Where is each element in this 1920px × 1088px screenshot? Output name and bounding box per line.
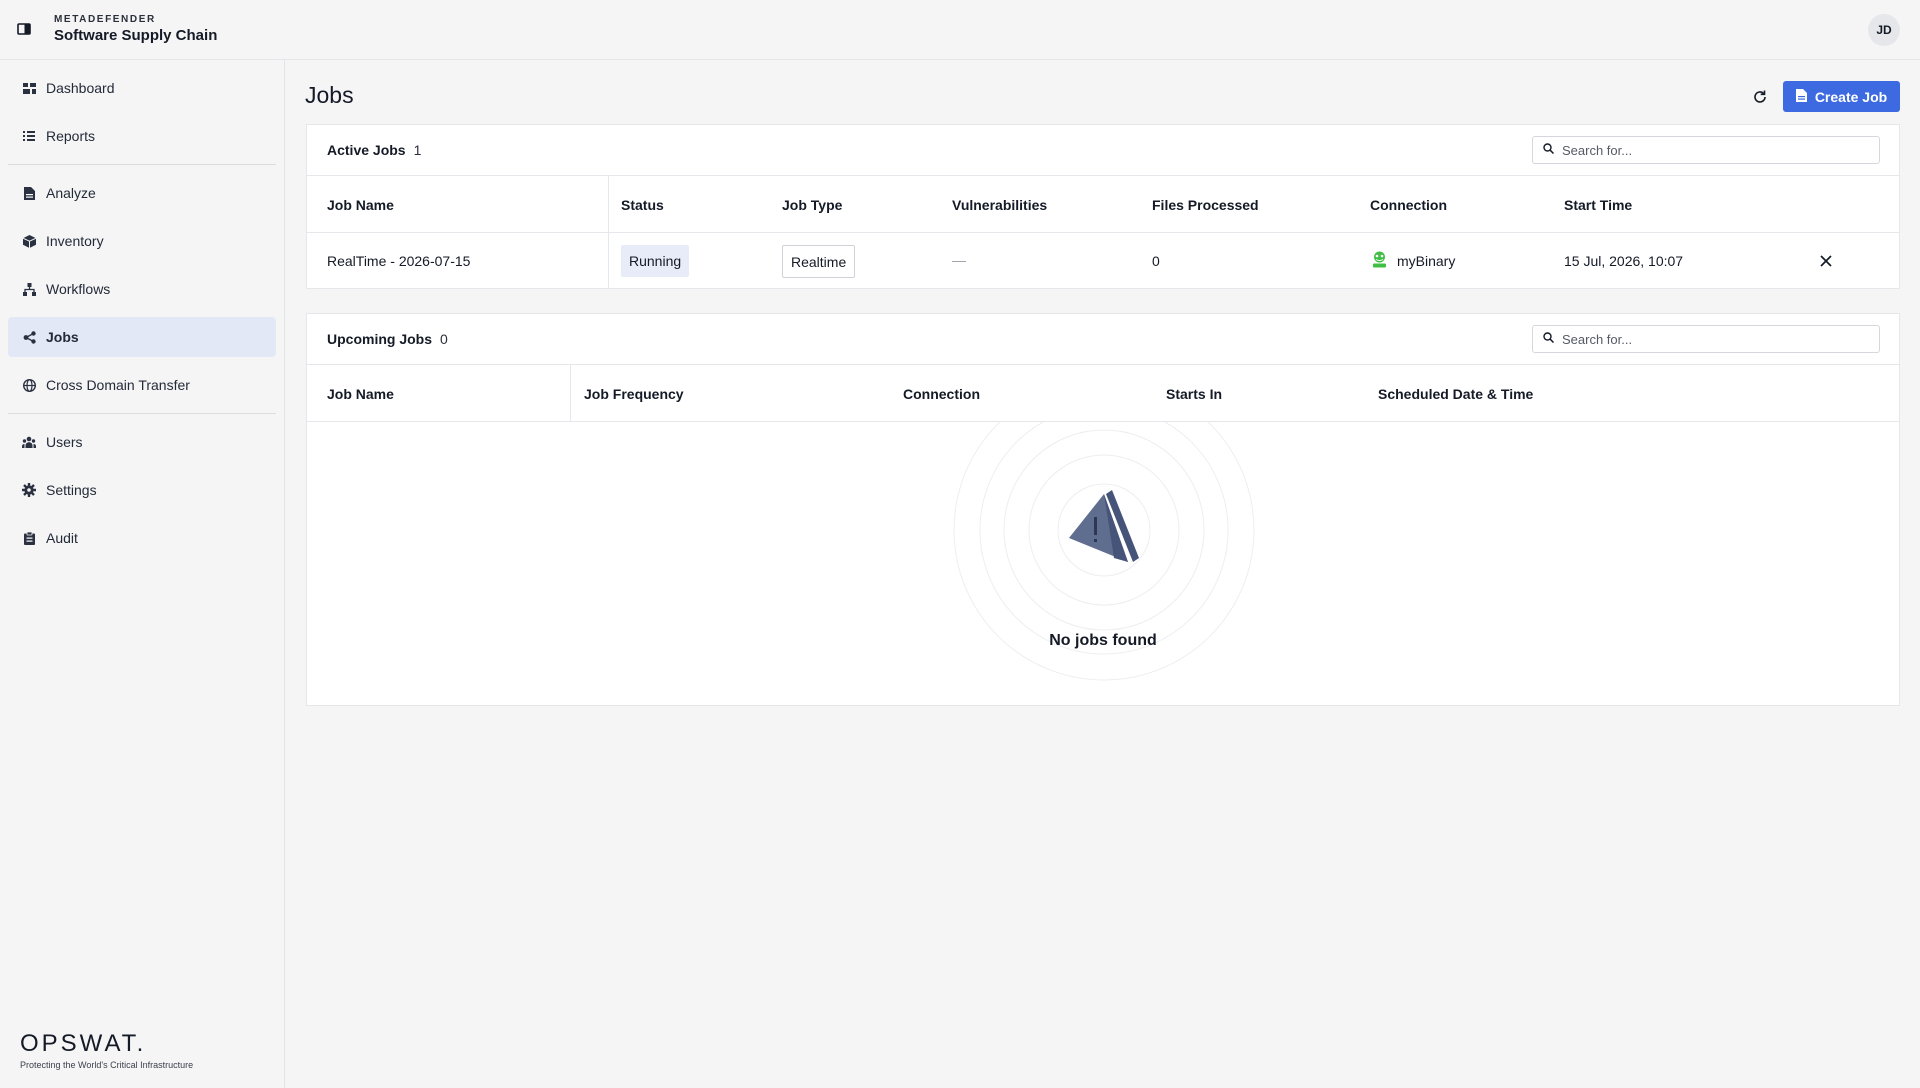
sidebar-item-label: Analyze — [46, 185, 96, 201]
sidebar: Dashboard Reports Analyze Inventory Work… — [0, 60, 285, 1088]
sidebar-item-inventory[interactable]: Inventory — [8, 221, 276, 261]
sidebar-item-jobs[interactable]: Jobs — [8, 317, 276, 357]
sidebar-item-label: Settings — [46, 482, 97, 498]
active-jobs-header: Active Jobs 1 — [307, 125, 1899, 176]
empty-state-text: No jobs found — [1049, 632, 1157, 649]
column-header[interactable]: Vulnerabilities — [952, 197, 1047, 213]
opswat-logo: OPSWAT. Protecting the World's Critical … — [20, 1030, 193, 1070]
sidebar-divider — [8, 164, 276, 165]
workflow-icon — [22, 282, 36, 296]
active-jobs-search[interactable] — [1532, 136, 1880, 164]
sidebar-item-label: Audit — [46, 530, 78, 546]
sidebar-item-users[interactable]: Users — [8, 422, 276, 462]
sidebar-item-label: Inventory — [46, 233, 104, 249]
opswat-tagline: Protecting the World's Critical Infrastr… — [20, 1060, 194, 1070]
upcoming-jobs-count: 0 — [440, 331, 448, 347]
column-header[interactable]: Status — [621, 197, 664, 213]
document-add-icon — [1795, 88, 1807, 105]
list-icon — [22, 129, 36, 143]
refresh-icon[interactable] — [1750, 87, 1770, 107]
column-header[interactable]: Job Type — [782, 197, 842, 213]
globe-icon — [22, 378, 36, 392]
empty-warning-icon — [953, 422, 1255, 681]
document-icon — [22, 186, 36, 200]
files-processed-cell: 0 — [1152, 253, 1160, 269]
status-badge: Running — [621, 245, 690, 277]
active-jobs-title: Active Jobs 1 — [327, 142, 421, 158]
sidebar-item-label: Cross Domain Transfer — [46, 377, 190, 393]
sidebar-item-dashboard[interactable]: Dashboard — [8, 68, 276, 108]
sidebar-item-settings[interactable]: Settings — [8, 470, 276, 510]
column-header[interactable]: Connection — [1370, 197, 1447, 213]
jfrog-icon — [1370, 250, 1389, 272]
upcoming-jobs-card: Upcoming Jobs 0 Job Name Job Frequency Co… — [306, 313, 1900, 706]
column-header[interactable]: Start Time — [1564, 197, 1632, 213]
create-job-label: Create Job — [1814, 88, 1888, 105]
column-header[interactable]: Files Processed — [1152, 197, 1259, 213]
sidebar-item-audit[interactable]: Audit — [8, 518, 276, 558]
avatar[interactable]: JD — [1868, 14, 1900, 46]
sidebar-item-label: Dashboard — [46, 80, 115, 96]
brand-subtitle: METADEFENDER — [54, 14, 156, 25]
sidebar-item-label: Users — [46, 434, 83, 450]
upcoming-jobs-title-text: Upcoming Jobs — [327, 331, 433, 347]
brand: METADEFENDER Software Supply Chain — [54, 14, 217, 44]
active-jobs-search-input[interactable] — [1562, 142, 1862, 158]
column-divider — [570, 365, 571, 422]
active-jobs-count: 1 — [413, 142, 422, 158]
clipboard-icon — [22, 531, 36, 545]
opswat-wordmark: OPSWAT. — [20, 1030, 147, 1057]
share-icon — [22, 330, 36, 344]
column-header[interactable]: Connection — [903, 386, 980, 402]
vulnerabilities-cell: — — [952, 252, 966, 268]
brand-title: Software Supply Chain — [54, 27, 218, 44]
column-header[interactable]: Scheduled Date & Time — [1378, 386, 1533, 402]
active-jobs-table-header: Job Name Status Job Type Vulnerabilities… — [307, 176, 1899, 233]
search-icon — [1543, 330, 1555, 348]
sidebar-item-workflows[interactable]: Workflows — [8, 269, 276, 309]
sidebar-divider — [8, 413, 276, 414]
active-jobs-card: Active Jobs 1 Job Name Status Job Type Vu… — [306, 124, 1900, 289]
active-jobs-title-text: Active Jobs — [327, 142, 406, 158]
sidebar-item-cross-domain-transfer[interactable]: Cross Domain Transfer — [8, 365, 276, 405]
sidebar-item-analyze[interactable]: Analyze — [8, 173, 276, 213]
job-name-cell: RealTime - 2026-07-15 — [327, 253, 471, 269]
sidebar-item-label: Workflows — [46, 281, 111, 297]
upcoming-jobs-search[interactable] — [1532, 325, 1880, 353]
start-time-cell: 15 Jul, 2026, 10:07 — [1564, 253, 1684, 269]
top-bar: METADEFENDER Software Supply Chain JD — [0, 0, 1920, 60]
job-type-badge: Realtime — [782, 245, 856, 278]
upcoming-jobs-table-header: Job Name Job Frequency Connection Starts… — [307, 365, 1899, 422]
sidebar-item-label: Reports — [46, 128, 96, 144]
column-header[interactable]: Job Name — [327, 386, 394, 402]
column-header[interactable]: Job Frequency — [584, 386, 684, 402]
upcoming-jobs-search-input[interactable] — [1562, 331, 1862, 347]
page-title: Jobs — [305, 82, 354, 108]
upcoming-jobs-header: Upcoming Jobs 0 — [307, 314, 1899, 365]
upcoming-jobs-title: Upcoming Jobs 0 — [327, 331, 448, 347]
users-icon — [22, 435, 36, 449]
connection-cell: myBinary — [1370, 250, 1455, 272]
column-header[interactable]: Job Name — [327, 197, 394, 213]
dashboard-icon — [22, 81, 36, 95]
table-row[interactable]: RealTime - 2026-07-15 Running Realtime —… — [307, 233, 1899, 289]
connection-name: myBinary — [1397, 253, 1456, 269]
create-job-button[interactable]: Create Job — [1783, 81, 1900, 112]
sidebar-item-reports[interactable]: Reports — [8, 116, 276, 156]
column-header[interactable]: Starts In — [1166, 386, 1222, 402]
search-icon — [1543, 141, 1555, 159]
empty-state: No jobs found — [307, 422, 1899, 705]
sidebar-item-label: Jobs — [46, 329, 79, 345]
gear-icon — [22, 483, 36, 497]
close-icon[interactable] — [1820, 254, 1834, 268]
sidebar-toggle-icon[interactable] — [16, 20, 32, 38]
cube-icon — [22, 234, 36, 248]
